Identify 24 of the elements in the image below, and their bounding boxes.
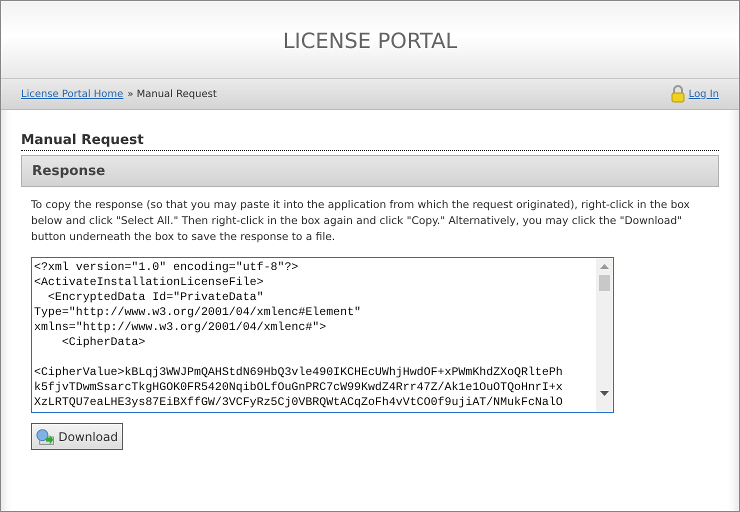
instructions-text: To copy the response (so that you may paste it into the application from which the request originated), right-click in the box below and click "Select All." Then right-click in the box again and click "Copy." Alternatively, you may click the "Download" button underneath the box to save the response to a file. [31,198,691,246]
login-link[interactable]: Log In [688,86,719,102]
scroll-down-icon[interactable] [600,391,609,398]
response-line: <CipherValue>kBLqj3WWJPmQAHStdN69HbQ3vle490IKCHEcUWhjHwdOF+xPWmKhdZXoQRltePh [34,365,563,380]
response-line: <EncryptedData Id="PrivateData" [46,290,264,306]
portal-title: LICENSE PORTAL [282,28,458,55]
breadcrumb-current: » Manual Request [127,88,217,102]
response-line: <ActivateInstallationLicenseFile> [34,275,264,290]
response-line: XzLRTQU7eaLHE3ys87EiBXffGW/3VCFyRz5Cj0VBRQWtACqZoFh4vVtCO0f9ujiAT/NMukFcNalO [34,395,563,410]
page-heading: Manual Request [21,132,719,152]
home-link[interactable]: License Portal Home [21,86,124,102]
padlock-icon [670,85,685,103]
scroll-up-icon[interactable] [600,264,609,270]
response-line: <?xml version="1.0" encoding="utf-8"?> [34,260,298,276]
section-header: Response [21,155,719,188]
scrollbar-thumb[interactable] [599,275,610,292]
globe-download-icon [36,428,54,446]
response-line: k5fjvTDwmSsarcTkgHGOK0FR5420NqibOLfOuGnPRC7cW99KwdZ4Rrr47Z/Ak1e1OuOTQoHnrI+x [34,380,563,396]
response-line: <CipherData> [60,335,146,350]
response-line: Type="http://www.w3.org/2001/04/xmlenc#Element" [34,305,361,320]
download-button[interactable]: Download [31,423,123,450]
scrollbar[interactable] [596,258,613,412]
response-line: xmlns="http://www.w3.org/2001/04/xmlenc#"> [34,320,326,336]
response-textarea[interactable] [31,257,614,414]
